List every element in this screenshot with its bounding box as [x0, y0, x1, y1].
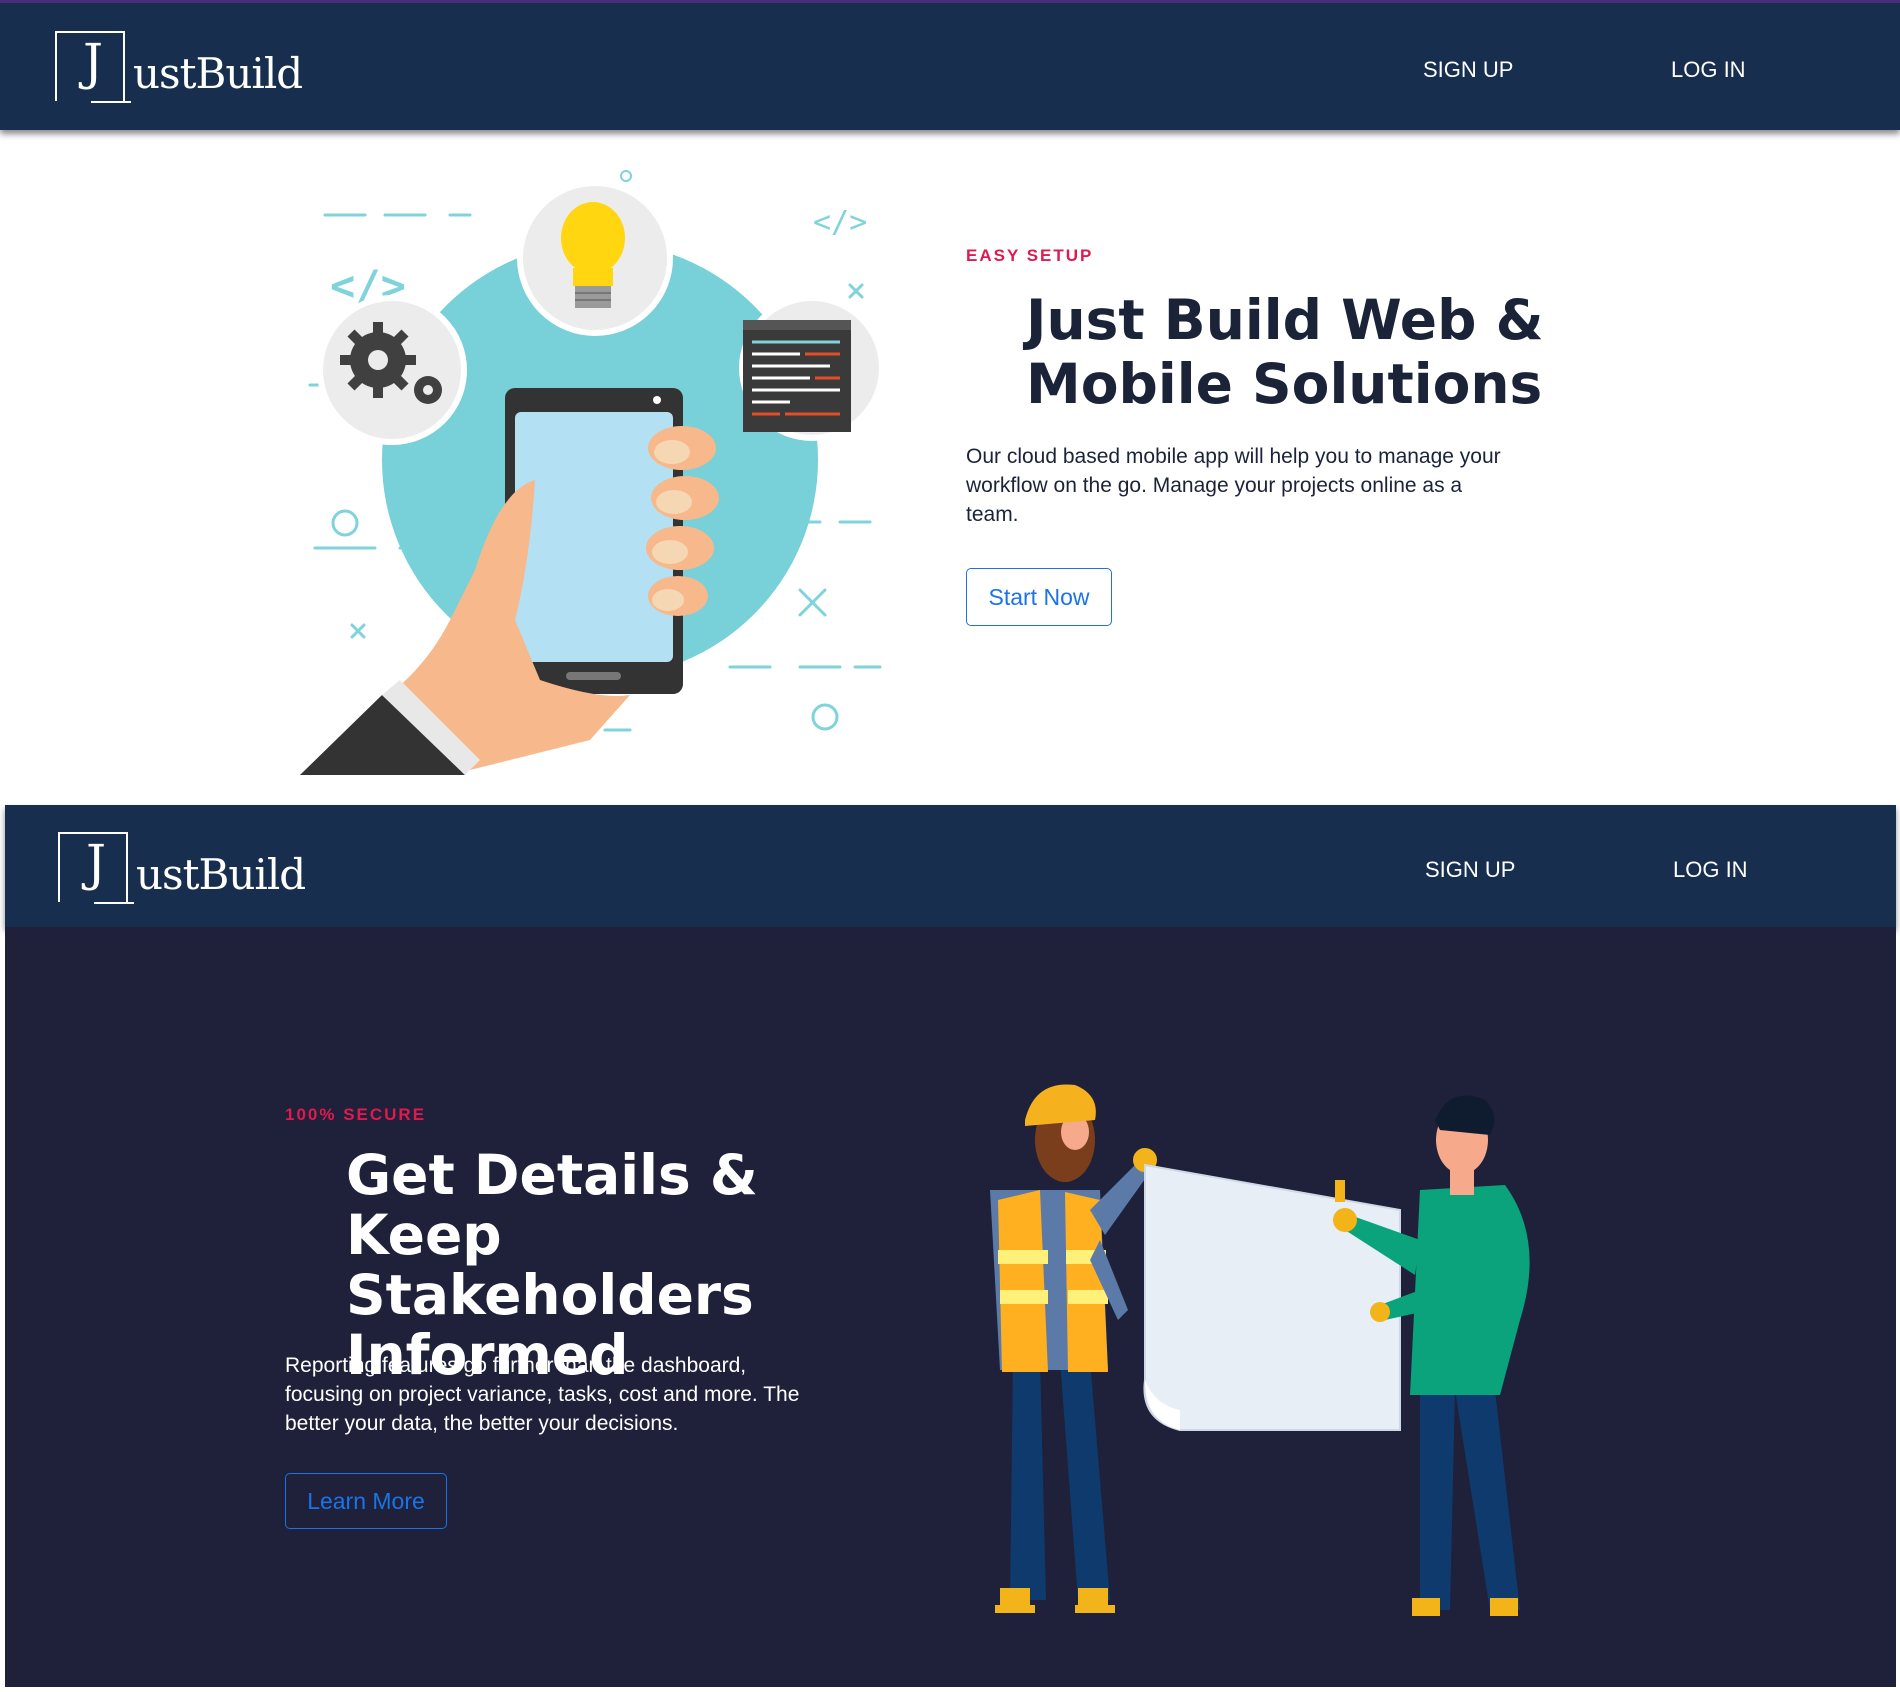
mobile-app-illustration: </> </> [300, 170, 885, 775]
logo-initial: J [86, 834, 107, 892]
logo-initial: J [83, 33, 104, 91]
learn-more-button[interactable]: Learn More [285, 1473, 447, 1529]
nav-sign-up-link-secondary[interactable]: SIGN UP [1425, 857, 1515, 883]
logo-underline [91, 101, 131, 103]
logo-text: ustBuild [133, 49, 303, 98]
hero-description: Our cloud based mobile app will help you… [966, 445, 1501, 526]
feature-description: Reporting features go further than the d… [285, 1354, 800, 1435]
nav-log-in-link[interactable]: LOG IN [1671, 57, 1746, 83]
navbar-secondary: J ustBuild SIGN UP LOG IN [5, 805, 1896, 927]
feature-section [5, 927, 1896, 1687]
navbar-top: J ustBuild SIGN UP LOG IN [0, 3, 1900, 130]
hero-title: Just Build Web & Mobile Solutions [1026, 288, 1544, 416]
feature-eyebrow: 100% SECURE [285, 1105, 427, 1124]
logo-underline [94, 902, 134, 904]
hero-eyebrow: EASY SETUP [966, 246, 1094, 265]
nav-log-in-link-secondary[interactable]: LOG IN [1673, 857, 1748, 883]
nav-sign-up-link[interactable]: SIGN UP [1423, 57, 1513, 83]
logo-text: ustBuild [136, 850, 306, 899]
feature-title: Get Details & Keep Stakeholders Informed [346, 1143, 758, 1387]
start-now-button[interactable]: Start Now [966, 568, 1112, 626]
workers-illustration [990, 1084, 1530, 1616]
construction-worker [990, 1084, 1157, 1613]
svg-text:</>: </> [813, 205, 867, 240]
